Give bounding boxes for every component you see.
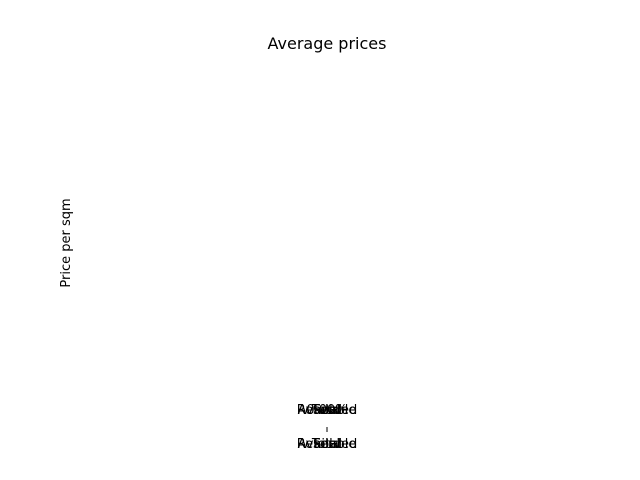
chart-title: Average prices [268,34,387,53]
chart-marks: AvailableReservedSoldTotalAvailableReser… [297,403,358,452]
y-axis-label: Price per sqm [59,198,74,287]
x-tick-label: Total [311,437,342,452]
data-label: 0.00% [306,403,347,418]
chart: Average prices Price per sqm AvailableRe… [59,34,387,452]
